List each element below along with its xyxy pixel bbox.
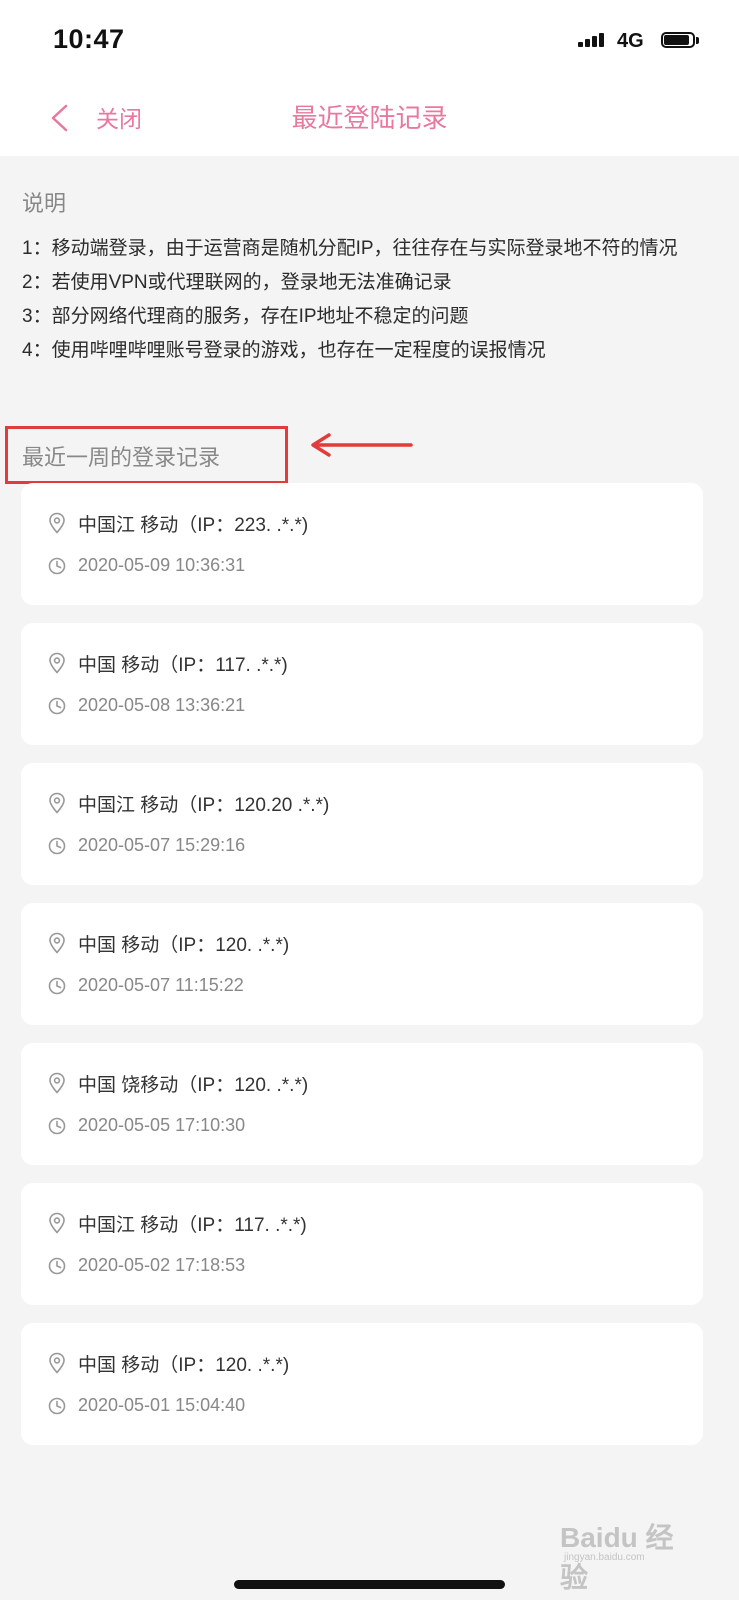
note-line: 3：部分网络代理商的服务，存在IP地址不稳定的问题 [22,306,469,327]
record-time: 2020-05-08 13:36:21 [78,695,246,715]
list-item[interactable]: 中国 移动（IP：120. .*.*) 2020-05-07 11:15:22 [21,903,703,1025]
notes-section: 说明 1：移动端登录，由于运营商是随机分配IP，往往存在与实际登录地不符的情况 … [22,186,712,368]
record-time: 2020-05-02 17:18:53 [78,1255,246,1275]
record-location: 中国 饶移动（IP：120. .*.*) [78,1075,309,1096]
clock-icon [48,1117,66,1135]
signal-icon [578,33,610,47]
list-item[interactable]: 中国江 移动（IP：120.20 .*.*) 2020-05-07 15:29:… [21,763,703,885]
location-pin-icon [49,792,65,814]
location-pin-icon [49,932,65,954]
clock-icon [48,697,66,715]
record-time: 2020-05-07 15:29:16 [78,835,246,855]
watermark-url: jingyan.baidu.com [564,1552,645,1563]
annotation-arrow-icon [311,433,413,457]
record-location: 中国 移动（IP：120. .*.*) [78,935,290,956]
record-location: 中国 移动（IP：117. .*.*) [78,655,288,676]
battery-icon [661,32,699,50]
home-indicator[interactable] [234,1580,505,1589]
list-item[interactable]: 中国江 移动（IP：117. .*.*) 2020-05-02 17:18:53 [21,1183,703,1305]
record-time: 2020-05-07 11:15:22 [78,975,244,995]
record-time: 2020-05-09 10:36:31 [78,555,246,575]
list-item[interactable]: 中国 饶移动（IP：120. .*.*) 2020-05-05 17:10:30 [21,1043,703,1165]
location-pin-icon [49,1352,65,1374]
page-title: 最近登陆记录 [291,103,448,133]
status-time: 10:47 [53,24,125,54]
clock-icon [48,557,66,575]
clock-icon [48,1257,66,1275]
record-location: 中国江 移动（IP：117. .*.*) [78,1215,307,1236]
record-time: 2020-05-05 17:10:30 [78,1115,246,1135]
clock-icon [48,1397,66,1415]
note-line: 1：移动端登录，由于运营商是随机分配IP，往往存在与实际登录地不符的情况 [22,238,678,259]
nav-bar: 关闭 最近登陆记录 [0,80,739,156]
note-line: 4：使用哔哩哔哩账号登录的游戏，也存在一定程度的误报情况 [22,340,546,361]
clock-icon [48,837,66,855]
baidu-watermark: Baidu 经验 jingyan.baidu.com [560,1508,700,1593]
note-line: 2：若使用VPN或代理联网的，登录地无法准确记录 [22,272,452,293]
record-location: 中国江 移动（IP：223. .*.*) [78,515,309,536]
location-pin-icon [49,652,65,674]
location-pin-icon [49,512,65,534]
list-item[interactable]: 中国 移动（IP：117. .*.*) 2020-05-08 13:36:21 [21,623,703,745]
record-location: 中国江 移动（IP：120.20 .*.*) [78,795,330,816]
record-time: 2020-05-01 15:04:40 [78,1395,246,1415]
login-record-list: 中国江 移动（IP：223. .*.*) 2020-05-09 10:36:31… [21,483,703,1463]
location-pin-icon [49,1072,65,1094]
network-type: 4G [617,30,644,52]
status-bar: 10:47 4G [0,0,739,80]
section-label: 最近一周的登录记录 [22,445,221,470]
record-location: 中国 移动（IP：120. .*.*) [78,1355,290,1376]
location-pin-icon [49,1212,65,1234]
list-item[interactable]: 中国 移动（IP：120. .*.*) 2020-05-01 15:04:40 [21,1323,703,1445]
list-item[interactable]: 中国江 移动（IP：223. .*.*) 2020-05-09 10:36:31 [21,483,703,605]
clock-icon [48,977,66,995]
notes-heading: 说明 [22,191,67,216]
